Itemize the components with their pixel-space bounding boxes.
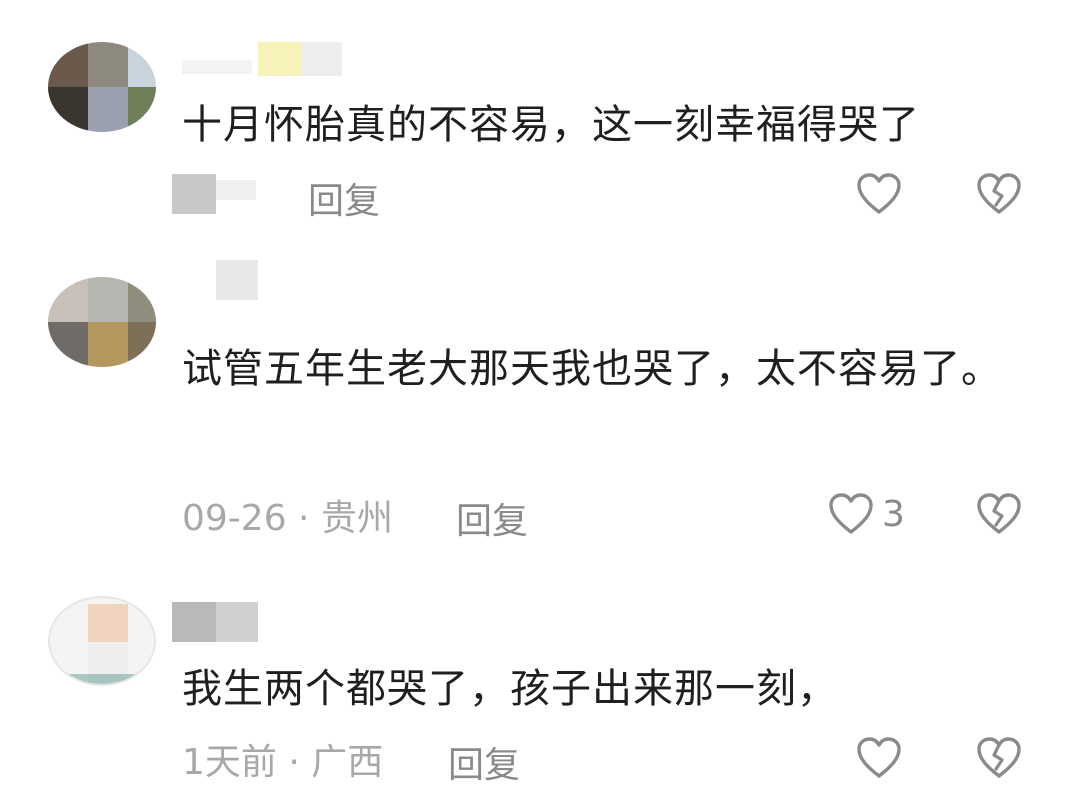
heart-outline-icon xyxy=(828,492,874,536)
meta-blurred xyxy=(216,180,256,200)
avatar-mosaic-block xyxy=(48,42,88,87)
avatar-mosaic-block xyxy=(128,42,156,87)
like-button[interactable] xyxy=(856,172,902,216)
comment-meta: 09-26 · 贵州 xyxy=(182,498,393,539)
avatar-mosaic-block xyxy=(88,277,128,322)
reply-button[interactable]: 回复 xyxy=(448,736,520,788)
heart-outline-icon xyxy=(856,172,902,216)
avatar[interactable] xyxy=(48,42,156,132)
reply-button[interactable]: 回复 xyxy=(456,492,528,544)
comment-meta: 1天前 · 广西 xyxy=(182,742,384,783)
comment-text: 试管五年生老大那天我也哭了，太不容易了。 xyxy=(182,346,1002,392)
avatar-mosaic-block xyxy=(128,322,156,367)
avatar[interactable] xyxy=(48,596,156,686)
username-mosaic-block xyxy=(216,602,258,642)
avatar-mosaic-block xyxy=(128,87,156,132)
like-button[interactable] xyxy=(856,736,902,780)
username-mosaic-block xyxy=(216,260,258,300)
like-button[interactable]: 3 xyxy=(828,492,905,536)
avatar-mosaic-block xyxy=(48,322,88,367)
avatar-mosaic-block xyxy=(48,87,88,132)
username-mosaic-block xyxy=(258,42,302,76)
avatar[interactable] xyxy=(48,277,156,367)
username-mosaic-block xyxy=(182,60,252,74)
like-count: 3 xyxy=(882,493,905,535)
avatar-mosaic-block xyxy=(88,87,128,132)
username-mosaic-block xyxy=(302,42,342,76)
comment-item: 试管五年生老大那天我也哭了，太不容易了。 09-26 · 贵州 回复 3 xyxy=(0,240,1080,570)
username-blurred[interactable] xyxy=(172,260,372,300)
username-blurred[interactable] xyxy=(172,602,372,642)
avatar-mosaic-block xyxy=(88,42,128,87)
avatar-mosaic-block xyxy=(88,322,128,367)
comment-item: 十月怀胎真的不容易，这一刻幸福得哭了 回复 xyxy=(0,0,1080,240)
comment-item: 我生两个都哭了，孩子出来那一刻， 1天前 · 广西 回复 xyxy=(0,580,1080,795)
meta-blurred xyxy=(172,174,216,214)
dislike-button[interactable] xyxy=(976,492,1022,536)
broken-heart-icon xyxy=(976,172,1022,216)
broken-heart-icon xyxy=(976,736,1022,780)
comment-text: 十月怀胎真的不容易，这一刻幸福得哭了 xyxy=(182,102,920,148)
dislike-button[interactable] xyxy=(976,736,1022,780)
reply-button[interactable]: 回复 xyxy=(308,172,380,224)
avatar-mosaic-block xyxy=(128,277,156,322)
heart-outline-icon xyxy=(856,736,902,780)
avatar-mosaic-block xyxy=(88,604,128,642)
avatar-mosaic-block xyxy=(50,674,154,684)
avatar-mosaic-block xyxy=(48,277,88,322)
username-mosaic-block xyxy=(172,602,216,642)
dislike-button[interactable] xyxy=(976,172,1022,216)
username-blurred[interactable] xyxy=(172,42,372,76)
broken-heart-icon xyxy=(976,492,1022,536)
comment-text: 我生两个都哭了，孩子出来那一刻， xyxy=(182,666,838,712)
